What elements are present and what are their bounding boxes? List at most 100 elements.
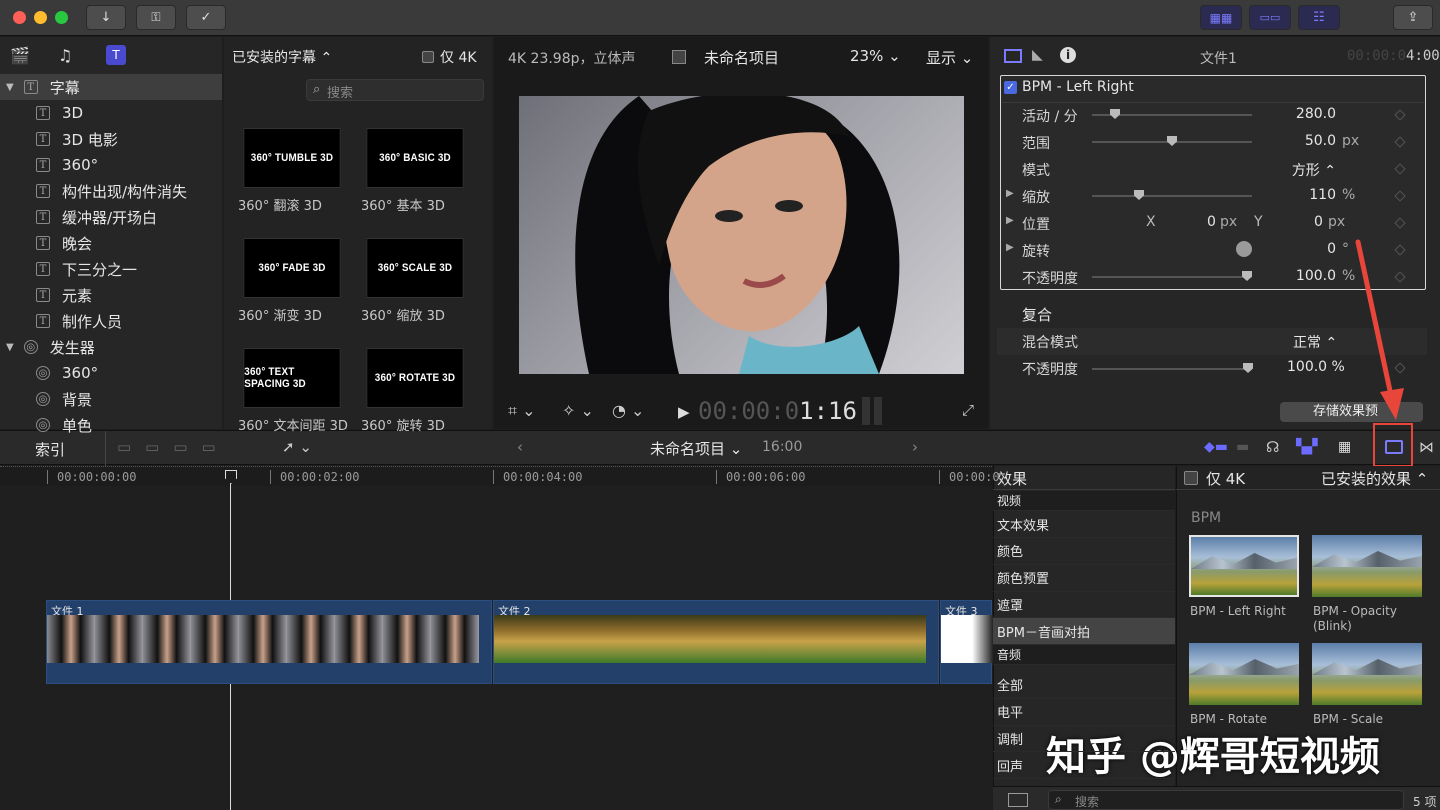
blend-mode-dropdown[interactable]: 正常 ⌃ bbox=[1293, 332, 1337, 352]
timeline-clip[interactable]: 文件 3 bbox=[940, 600, 993, 684]
search-input[interactable]: ⌕ 搜索 bbox=[306, 79, 484, 101]
effect-thumbnail[interactable] bbox=[1312, 535, 1422, 597]
disclosure-triangle-icon[interactable]: ▼ bbox=[6, 342, 14, 353]
play-button[interactable]: ▶ bbox=[678, 403, 690, 421]
title-thumbnail[interactable]: 360° TUMBLE 3D bbox=[243, 128, 341, 188]
video-inspector-tab-icon[interactable] bbox=[1004, 49, 1022, 63]
enhance-button[interactable]: ✧ ⌄ bbox=[562, 401, 594, 420]
headphones-icon[interactable]: ☊ bbox=[1266, 438, 1279, 456]
effect-category-item[interactable]: 电平 bbox=[993, 699, 1175, 726]
color-inspector-tab-icon[interactable]: ◣ bbox=[1032, 47, 1043, 63]
title-thumbnail[interactable]: 360° ROTATE 3D bbox=[366, 348, 464, 408]
inspector-toggle-button[interactable]: ☷ bbox=[1298, 5, 1340, 30]
title-thumbnail[interactable]: 360° FADE 3D bbox=[243, 238, 341, 298]
effect-category-item[interactable]: 调制 bbox=[993, 725, 1175, 753]
sidebar-item[interactable]: T 3D bbox=[0, 100, 222, 126]
effect-category-item[interactable]: 回声 bbox=[993, 752, 1175, 780]
minimize-window-button[interactable] bbox=[34, 11, 47, 24]
effect-thumbnail[interactable] bbox=[1189, 643, 1299, 705]
param-slider[interactable] bbox=[1092, 195, 1252, 197]
sidebar-item[interactable]: T 3D 电影 bbox=[0, 126, 222, 152]
param-value[interactable]: 50.0 bbox=[1252, 133, 1336, 149]
background-tasks-button[interactable]: ✓ bbox=[186, 5, 226, 30]
param-slider-knob[interactable] bbox=[1110, 109, 1120, 119]
timeline-toggle-button[interactable]: ▭▭ bbox=[1249, 5, 1291, 30]
keyframe-diamond-icon[interactable] bbox=[1394, 136, 1406, 148]
disclosure-triangle-icon[interactable]: ▶ bbox=[1006, 215, 1014, 226]
param-slider[interactable] bbox=[1092, 276, 1252, 278]
timeline-project-dropdown[interactable]: 未命名项目 ⌄ bbox=[650, 438, 742, 459]
sidebar-item[interactable]: T 制作人员 bbox=[0, 308, 222, 334]
sidebar-item[interactable]: T 晚会 bbox=[0, 230, 222, 256]
sidebar-item[interactable]: T 构件出现/构件消失 bbox=[0, 178, 222, 204]
effect-category-item[interactable]: 颜色预置 bbox=[993, 565, 1175, 592]
sidebar-item[interactable]: T 元素 bbox=[0, 282, 222, 308]
disclosure-triangle-icon[interactable]: ▼ bbox=[6, 82, 14, 93]
keyframe-diamond-icon[interactable] bbox=[1394, 109, 1406, 121]
effect-thumbnail[interactable] bbox=[1189, 535, 1299, 597]
transitions-browser-button[interactable]: ⋈ bbox=[1419, 438, 1434, 456]
skimming-icon[interactable]: ▬ bbox=[1236, 439, 1249, 455]
param-slider-knob[interactable] bbox=[1242, 271, 1252, 281]
keyframe-diamond-icon[interactable] bbox=[1394, 190, 1406, 202]
sidebar-item[interactable]: ◎ 背景 bbox=[0, 386, 222, 412]
title-thumbnail[interactable]: 360° TEXT SPACING 3D bbox=[243, 348, 341, 408]
timeline-clip[interactable]: 文件 1 bbox=[46, 600, 492, 684]
param-value[interactable]: 0 bbox=[1252, 241, 1336, 257]
title-thumbnail[interactable]: 360° BASIC 3D bbox=[366, 128, 464, 188]
effect-thumbnail[interactable] bbox=[1312, 643, 1422, 705]
zoom-dropdown[interactable]: 23% ⌄ bbox=[850, 47, 901, 65]
viewer-frame[interactable] bbox=[519, 92, 964, 374]
timeline-index-button[interactable]: 索引 bbox=[35, 439, 65, 460]
select-tool-button[interactable]: ➚ ⌄ bbox=[282, 438, 312, 456]
sidebar-item[interactable]: ◎ 单色 bbox=[0, 412, 222, 438]
rotation-dial[interactable] bbox=[1236, 241, 1252, 257]
effects-search-input[interactable]: ⌕ 搜索 bbox=[1048, 790, 1404, 810]
effect-category-item[interactable]: 全部 bbox=[993, 672, 1175, 699]
effect-category-item[interactable]: 文本效果 bbox=[993, 511, 1175, 538]
composite-opacity-slider[interactable] bbox=[1092, 368, 1252, 370]
display-dropdown[interactable]: 显示 ⌄ bbox=[926, 47, 973, 68]
keyframe-diamond-icon[interactable] bbox=[1394, 271, 1406, 283]
sidebar-item[interactable]: T 缓冲器/开场白 bbox=[0, 204, 222, 230]
info-icon[interactable]: i bbox=[1060, 47, 1076, 63]
param-value[interactable]: 280.0 bbox=[1252, 106, 1336, 122]
audio-skimming-icon[interactable]: ◆▬ bbox=[1204, 439, 1228, 455]
clip-appearance-icon[interactable]: ▦ bbox=[1338, 439, 1351, 455]
timeline-clip[interactable]: 文件 2 bbox=[493, 600, 939, 684]
effect-enable-checkbox[interactable]: ✓ bbox=[1004, 81, 1017, 94]
sidebar-item[interactable]: ▼ ◎ 发生器 bbox=[0, 334, 222, 360]
sidebar-toggle-icon[interactable] bbox=[1008, 793, 1028, 807]
timecode-display[interactable]: 00:00:01:16 bbox=[698, 397, 857, 425]
keyframe-diamond-icon[interactable] bbox=[1394, 244, 1406, 256]
disclosure-triangle-icon[interactable]: ▶ bbox=[1006, 188, 1014, 199]
y-value[interactable]: 0 bbox=[1314, 214, 1323, 230]
title-thumbnail[interactable]: 360° SCALE 3D bbox=[366, 238, 464, 298]
effect-category-item[interactable]: 遮罩 bbox=[993, 591, 1175, 619]
param-slider-knob[interactable] bbox=[1134, 190, 1144, 200]
installed-titles-dropdown[interactable]: 已安装的字幕 ⌃ bbox=[232, 47, 332, 67]
forward-button[interactable]: › bbox=[912, 438, 918, 456]
import-button[interactable]: ↓ bbox=[86, 5, 126, 30]
timeline-ruler[interactable] bbox=[0, 466, 992, 486]
retime-button[interactable]: ◔ ⌄ bbox=[612, 401, 644, 420]
close-window-button[interactable] bbox=[13, 11, 26, 24]
snapping-icon[interactable]: ▚▞ bbox=[1296, 439, 1318, 455]
x-value[interactable]: 0 bbox=[1207, 214, 1216, 230]
share-button[interactable]: ⇪ bbox=[1393, 5, 1433, 30]
sidebar-item[interactable]: T 下三分之一 bbox=[0, 256, 222, 282]
composite-opacity-value[interactable]: 100.0 % bbox=[1287, 359, 1345, 375]
param-value[interactable]: 110 bbox=[1252, 187, 1336, 203]
param-value[interactable]: 方形 ⌃ bbox=[1252, 160, 1336, 180]
only-4k-checkbox[interactable] bbox=[422, 51, 434, 63]
back-button[interactable]: ‹ bbox=[517, 438, 523, 456]
edit-buttons[interactable]: ▭▭▭▭ bbox=[117, 438, 230, 456]
sidebar-item[interactable]: ◎ 360° bbox=[0, 360, 222, 386]
music-icon[interactable]: ♫ bbox=[58, 46, 72, 65]
effect-category-item[interactable]: 颜色 bbox=[993, 538, 1175, 565]
browser-toggle-button[interactable]: ▦▦ bbox=[1200, 5, 1242, 30]
keyframe-diamond-icon[interactable] bbox=[1394, 217, 1406, 229]
transform-tool-button[interactable]: ⌗ ⌄ bbox=[508, 401, 536, 421]
zoom-window-button[interactable] bbox=[55, 11, 68, 24]
sidebar-item[interactable]: T 360° bbox=[0, 152, 222, 178]
